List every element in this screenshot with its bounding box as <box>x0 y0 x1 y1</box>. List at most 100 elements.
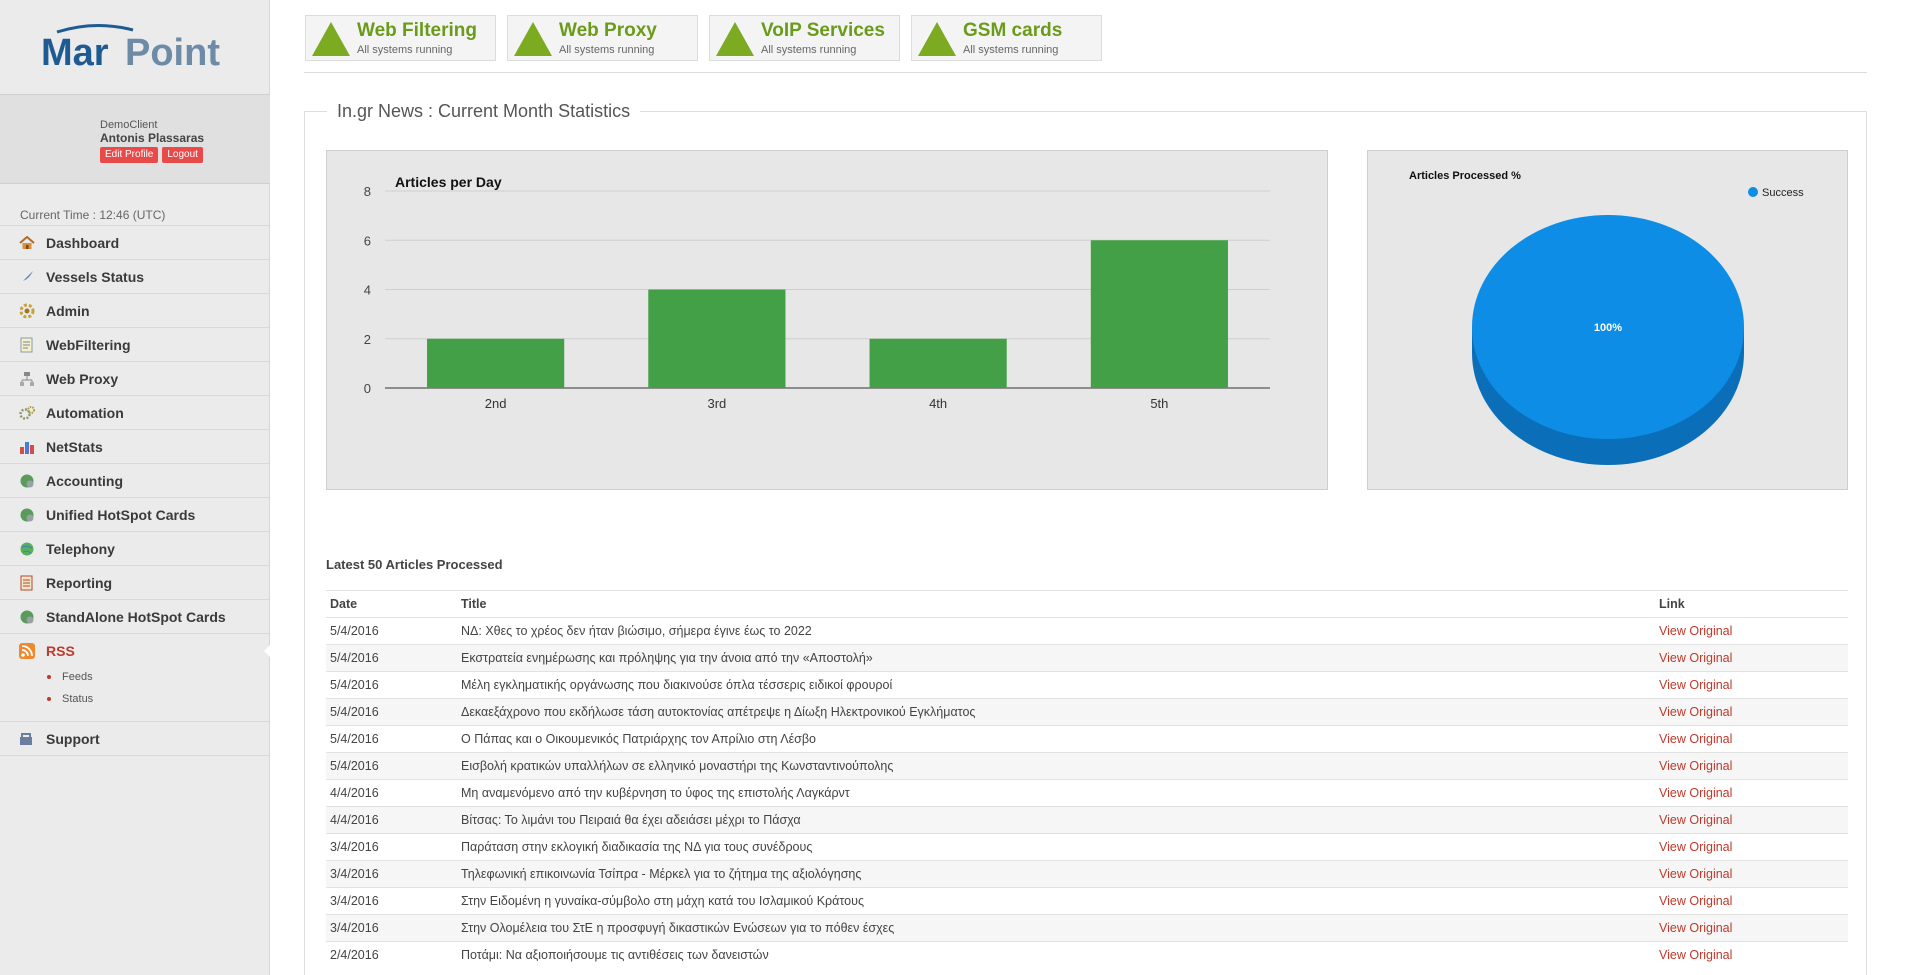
sidebar-item-label: Support <box>46 731 100 747</box>
tile-status: All systems running <box>357 44 453 56</box>
row-title: Δεκαεξάχρονο που εκδήλωσε τάση αυτοκτονί… <box>461 705 976 719</box>
sidebar-item-support[interactable]: Support <box>0 721 270 756</box>
sidebar-item-accounting[interactable]: Accounting <box>0 463 270 497</box>
y-tick-label: 2 <box>364 332 371 347</box>
view-original-link[interactable]: View Original <box>1659 921 1732 935</box>
row-link-cell: View Original <box>1659 840 1839 854</box>
table-row: 5/4/2016 Εισβολή κρατικών υπαλλήλων σε ελ… <box>326 752 1848 779</box>
bar-5th <box>1090 240 1228 388</box>
tile-name: VoIP Services <box>761 20 885 41</box>
row-link-cell: View Original <box>1659 678 1839 692</box>
view-original-link[interactable]: View Original <box>1659 840 1732 854</box>
row-date: 5/4/2016 <box>330 651 379 665</box>
sidebar-item-standalone-hotspot-cards[interactable]: StandAlone HotSpot Cards <box>0 599 270 633</box>
view-original-link[interactable]: View Original <box>1659 705 1732 719</box>
row-title: Στην Ολομέλεια του ΣτΕ η προσφυγή δικαστ… <box>461 921 895 935</box>
column-header-date: Date <box>330 597 358 611</box>
x-tick-label: 5th <box>1150 396 1168 411</box>
sidebar-item-rss[interactable]: RSS <box>0 633 271 667</box>
user-profile-box: DemoClient Antonis Plassaras Edit Profil… <box>0 94 270 184</box>
table-row: 5/4/2016 Δεκαεξάχρονο που εκδήλωσε τάση α… <box>326 698 1848 725</box>
bar-chart-svg: Articles per Day 0 2 4 6 8 2nd 3rd 4th 5th <box>364 174 1270 411</box>
table-row: 4/4/2016 Βίτσας: Το λιμάνι του Πειραιά θα… <box>326 806 1848 833</box>
view-original-link[interactable]: View Original <box>1659 894 1732 908</box>
sidebar-item-label: Automation <box>46 405 124 421</box>
row-link-cell: View Original <box>1659 867 1839 881</box>
table-header: Date Title Link <box>326 590 1848 617</box>
sidebar-item-webfiltering[interactable]: WebFiltering <box>0 327 270 361</box>
sidebar-item-web-proxy[interactable]: Web Proxy <box>0 361 270 395</box>
column-header-title: Title <box>461 597 487 611</box>
row-date: 5/4/2016 <box>330 732 379 746</box>
view-original-link[interactable]: View Original <box>1659 786 1732 800</box>
submenu-item-feeds[interactable]: Feeds <box>47 671 93 683</box>
row-title: Τηλεφωνική επικοινωνία Τσίπρα - Μέρκελ γ… <box>461 867 862 881</box>
sidebar-item-unified-hotspot-cards[interactable]: Unified HotSpot Cards <box>0 497 270 531</box>
row-link-cell: View Original <box>1659 624 1839 638</box>
table-row: 3/4/2016 Τηλεφωνική επικοινωνία Τσίπρα - … <box>326 860 1848 887</box>
row-date: 3/4/2016 <box>330 921 379 935</box>
status-tile-web-filtering[interactable]: Web Filtering All systems running <box>305 15 496 61</box>
sidebar-item-label: Telephony <box>46 541 115 557</box>
row-date: 5/4/2016 <box>330 705 379 719</box>
view-original-link[interactable]: View Original <box>1659 651 1732 665</box>
view-original-link[interactable]: View Original <box>1659 624 1732 638</box>
sidebar-item-label: Unified HotSpot Cards <box>46 507 196 523</box>
sidebar: Mar Point DemoClient Antonis Plassaras E… <box>0 0 271 975</box>
view-original-link[interactable]: View Original <box>1659 867 1732 881</box>
submenu-item-status[interactable]: Status <box>46 693 93 705</box>
tile-status: All systems running <box>559 44 655 56</box>
globe-gear-icon <box>18 609 36 625</box>
pie-chart-svg: Articles Processed % Success 100% <box>1409 170 1804 465</box>
row-date: 3/4/2016 <box>330 867 379 881</box>
current-time: Current Time : 12:46 (UTC) <box>20 208 166 222</box>
view-original-link[interactable]: View Original <box>1659 732 1732 746</box>
view-original-link[interactable]: View Original <box>1659 948 1732 962</box>
table-row: 5/4/2016 Μέλη εγκληματικής οργάνωσης που … <box>326 671 1848 698</box>
row-date: 3/4/2016 <box>330 894 379 908</box>
sidebar-item-telephony[interactable]: Telephony <box>0 531 270 565</box>
statistics-panel: In.gr News : Current Month Statistics Ar… <box>304 101 1867 975</box>
sidebar-item-label: Vessels Status <box>46 269 145 285</box>
sidebar-item-dashboard[interactable]: Dashboard <box>0 225 270 259</box>
row-link-cell: View Original <box>1659 894 1839 908</box>
row-title: Μέλη εγκληματικής οργάνωσης που διακινού… <box>461 678 893 692</box>
bar-3rd <box>648 289 786 388</box>
report-icon <box>18 575 36 591</box>
row-link-cell: View Original <box>1659 786 1839 800</box>
panel-title: In.gr News : Current Month Statistics <box>327 101 641 122</box>
y-tick-label: 8 <box>364 184 371 199</box>
sidebar-item-admin[interactable]: Admin <box>0 293 270 327</box>
row-date: 5/4/2016 <box>330 759 379 773</box>
view-original-link[interactable]: View Original <box>1659 813 1732 827</box>
bar-4th <box>869 338 1007 388</box>
table-row: 3/4/2016 Παράταση στην εκλογική διαδικασί… <box>326 833 1848 860</box>
column-header-link: Link <box>1659 597 1685 611</box>
view-original-link[interactable]: View Original <box>1659 678 1732 692</box>
marpoint-logo[interactable]: Mar Point <box>0 0 270 94</box>
bar-chart-icon <box>18 439 36 455</box>
tile-name: GSM cards <box>963 20 1063 41</box>
table-row: 5/4/2016 ΝΔ: Χθες το χρέος δεν ήταν βιώσι… <box>326 617 1848 644</box>
cogs-icon <box>18 405 36 421</box>
sidebar-item-automation[interactable]: Automation <box>0 395 270 429</box>
sidebar-item-netstats[interactable]: NetStats <box>0 429 270 463</box>
logout-button[interactable]: Logout <box>162 147 203 163</box>
rss-icon <box>18 643 36 659</box>
sidebar-item-reporting[interactable]: Reporting <box>0 565 270 599</box>
sidebar-item-label: Web Proxy <box>46 371 119 387</box>
status-tile-voip-services[interactable]: VoIP Services All systems running <box>709 15 900 61</box>
table-row: 5/4/2016 Εκστρατεία ενημέρωσης και πρόληψ… <box>326 644 1848 671</box>
status-ok-icon <box>514 22 552 56</box>
status-tile-web-proxy[interactable]: Web Proxy All systems running <box>507 15 698 61</box>
row-link-cell: View Original <box>1659 813 1839 827</box>
status-tile-gsm-cards[interactable]: GSM cards All systems running <box>911 15 1102 61</box>
sidebar-item-vessels-status[interactable]: Vessels Status <box>0 259 270 293</box>
x-tick-label: 2nd <box>485 396 507 411</box>
edit-profile-button[interactable]: Edit Profile <box>100 147 159 163</box>
table-row: 3/4/2016 Στην Ολομέλεια του ΣτΕ η προσφυγ… <box>326 914 1848 941</box>
view-original-link[interactable]: View Original <box>1659 759 1732 773</box>
status-ok-icon <box>918 22 956 56</box>
home-icon <box>18 235 36 251</box>
sidebar-item-label: Accounting <box>46 473 123 489</box>
